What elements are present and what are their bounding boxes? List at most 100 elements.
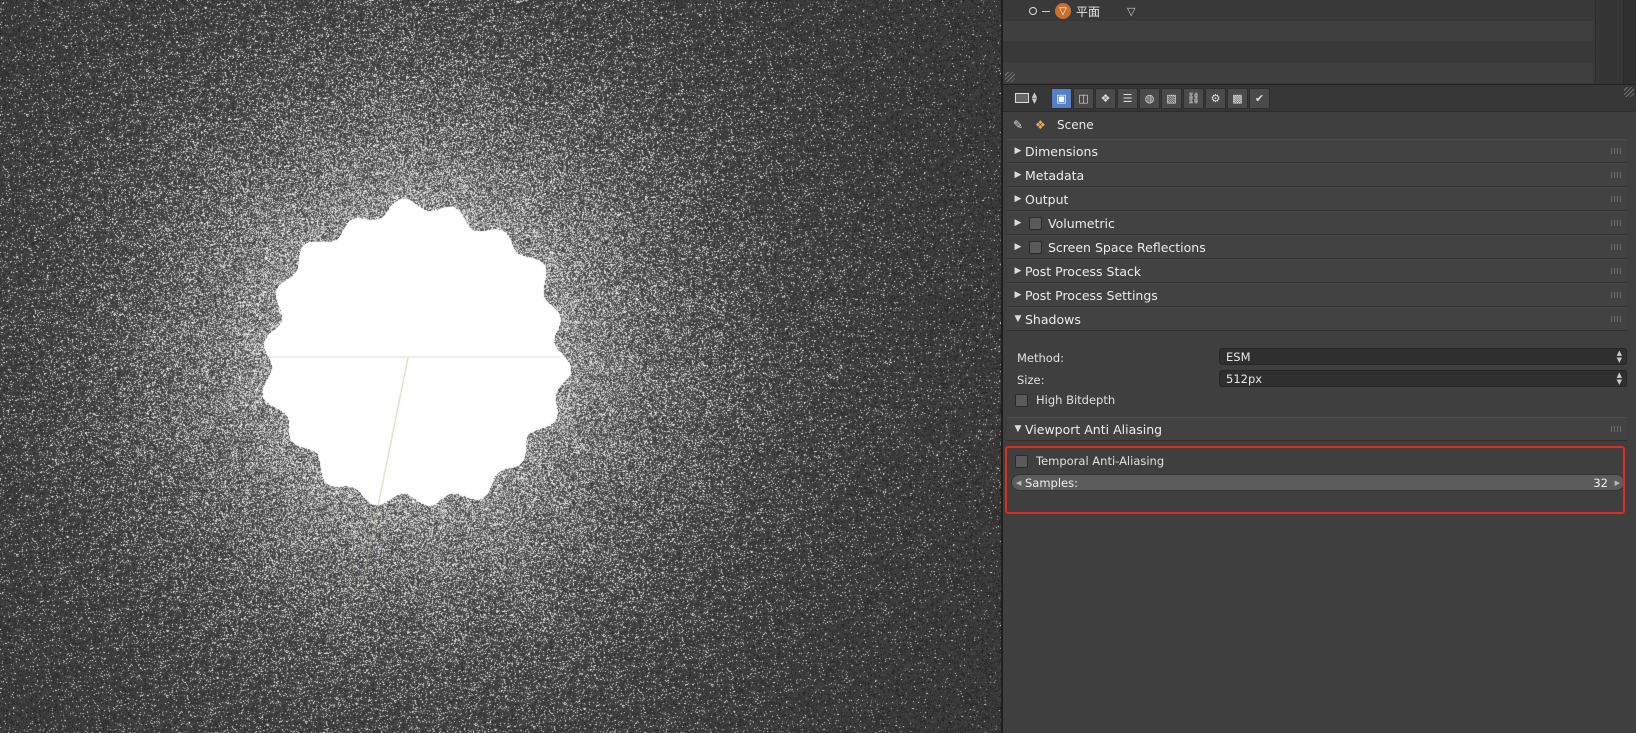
drag-grip-icon[interactable] <box>1611 172 1623 178</box>
outliner[interactable]: ▽ 平面 ▽ <box>1003 0 1636 85</box>
constraints-tab[interactable]: ⛓ <box>1183 88 1204 109</box>
outliner-item-label[interactable]: 平面 <box>1076 3 1100 20</box>
panel-label: Shadows <box>1025 311 1081 327</box>
expand-triangle-icon: ▶ <box>1014 170 1022 180</box>
drag-grip-icon[interactable] <box>1611 148 1623 154</box>
modifiers-tab[interactable]: ⚙ <box>1205 88 1226 109</box>
method-label: Method: <box>1017 351 1065 365</box>
outliner-row[interactable]: ▽ 平面 ▽ <box>1003 0 1593 20</box>
drag-grip-icon[interactable] <box>1611 196 1623 202</box>
context-tabs: ▣ ◫ ❖ ☰ ◍ ▧ ⛓ ⚙ ▩ ✔ <box>1051 88 1271 109</box>
ssr-checkbox[interactable] <box>1029 240 1042 254</box>
drag-grip-icon[interactable] <box>1611 426 1623 432</box>
panel-shadows[interactable]: ▼ Shadows <box>1007 307 1627 331</box>
shadow-size-dropdown[interactable]: 512px ▲ ▼ <box>1219 370 1627 387</box>
editor-type-button[interactable]: ▲ ▼ <box>1013 89 1039 107</box>
collapse-triangle-icon: ▼ <box>1014 424 1022 434</box>
3d-viewport[interactable] <box>0 0 1001 733</box>
drag-grip-icon[interactable] <box>1611 316 1623 322</box>
context-label: Scene <box>1057 118 1094 132</box>
expand-triangle-icon: ▶ <box>1014 266 1022 276</box>
view-layer-tab[interactable]: ☰ <box>1117 88 1138 109</box>
chevron-updown-icon: ▲ ▼ <box>1031 91 1038 105</box>
area-corner-handle[interactable] <box>1624 87 1634 97</box>
object-tab[interactable]: ▧ <box>1161 88 1182 109</box>
context-path: ✎ ❖ Scene <box>1013 115 1094 135</box>
scene-tab[interactable]: ❖ <box>1095 88 1116 109</box>
panel-metadata[interactable]: ▶ Metadata <box>1007 163 1627 187</box>
panel-post-process-stack[interactable]: ▶ Post Process Stack <box>1007 259 1627 283</box>
panel-volumetric[interactable]: ▶ Volumetric <box>1007 211 1627 235</box>
high-bitdepth-toggle[interactable]: High Bitdepth <box>1015 393 1115 407</box>
layers-icon: ◫ <box>1078 92 1089 105</box>
scene-icon: ❖ <box>1035 118 1046 132</box>
properties-editor: ▲ ▼ ▣ ◫ ❖ ☰ ◍ ▧ ⛓ ⚙ ▩ ✔ ✎ ❖ Scene ▶ Dimensions ▶ M… <box>1003 85 1636 733</box>
temporal-aa-checkbox[interactable] <box>1015 454 1028 468</box>
chevron-updown-icon: ▲ ▼ <box>1616 349 1622 364</box>
cube-icon: ▧ <box>1166 92 1177 105</box>
panel-output[interactable]: ▶ Output <box>1007 187 1627 211</box>
texture-tab[interactable]: ▩ <box>1227 88 1248 109</box>
panel-dimensions[interactable]: ▶ Dimensions <box>1007 139 1627 163</box>
mesh-cone-icon[interactable]: ▽ <box>1055 3 1071 19</box>
expand-triangle-icon: ▶ <box>1014 194 1022 204</box>
tree-line <box>1042 10 1050 12</box>
expand-triangle-icon: ▶ <box>1014 290 1022 300</box>
outliner-item-plane[interactable]: ▽ 平面 ▽ <box>1029 2 1135 20</box>
outliner-row <box>1003 21 1593 41</box>
wrench-icon: ⚙ <box>1210 92 1221 105</box>
checkbox-label: High Bitdepth <box>1036 393 1116 407</box>
panel-label: Post Process Settings <box>1025 287 1158 303</box>
panel-screen-space-reflections[interactable]: ▶ Screen Space Reflections <box>1007 235 1627 259</box>
volumetric-checkbox[interactable] <box>1029 216 1042 230</box>
scene-icon: ❖ <box>1100 92 1111 105</box>
drag-grip-icon[interactable] <box>1611 244 1623 250</box>
outliner-scrollbar[interactable] <box>1623 0 1636 84</box>
panel-label: Viewport Anti Aliasing <box>1025 421 1163 437</box>
checker-icon: ▩ <box>1232 92 1243 105</box>
panel-label: Screen Space Reflections <box>1048 239 1206 255</box>
drag-grip-icon[interactable] <box>1611 292 1623 298</box>
expand-triangle-icon: ▶ <box>1014 242 1022 252</box>
pin-icon[interactable]: ✎ <box>1013 118 1027 132</box>
camera-icon: ▣ <box>1056 92 1067 105</box>
temporal-aa-toggle[interactable]: Temporal Anti-Aliasing <box>1015 454 1164 468</box>
area-corner-handle[interactable] <box>1005 72 1015 82</box>
panel-label: Metadata <box>1025 167 1085 183</box>
render-layers-tab[interactable]: ◫ <box>1073 88 1094 109</box>
chevron-updown-icon: ▲ ▼ <box>1616 371 1622 386</box>
shadow-method-dropdown[interactable]: ESM ▲ ▼ <box>1219 348 1627 365</box>
list-icon: ☰ <box>1122 92 1133 105</box>
expand-triangle-icon: ▶ <box>1014 146 1022 156</box>
brush-icon: ✔ <box>1254 92 1265 105</box>
high-bitdepth-checkbox[interactable] <box>1015 393 1028 407</box>
outliner-row <box>1003 63 1593 83</box>
checkbox-label: Temporal Anti-Aliasing <box>1036 454 1165 468</box>
panel-label: Dimensions <box>1025 143 1098 159</box>
panel-label: Post Process Stack <box>1025 263 1142 279</box>
tools-tab[interactable]: ✔ <box>1249 88 1270 109</box>
drag-grip-icon[interactable] <box>1611 220 1623 226</box>
render-tab[interactable]: ▣ <box>1051 88 1072 109</box>
panel-label: Output <box>1025 191 1069 207</box>
size-label: Size: <box>1017 373 1045 387</box>
panel-post-process-settings[interactable]: ▶ Post Process Settings <box>1007 283 1627 307</box>
drag-grip-icon[interactable] <box>1611 268 1623 274</box>
viewport-render <box>0 0 1001 733</box>
decrement-arrow-icon[interactable]: ◀ <box>1016 479 1021 487</box>
panel-label: Volumetric <box>1048 215 1115 231</box>
expand-triangle-icon: ▶ <box>1014 218 1022 228</box>
collapse-triangle-icon: ▼ <box>1014 314 1022 324</box>
panel-viewport-anti-aliasing[interactable]: ▼ Viewport Anti Aliasing <box>1007 417 1627 441</box>
outliner-row <box>1003 42 1593 62</box>
expand-dot-icon[interactable] <box>1029 7 1037 15</box>
samples-slider[interactable]: ◀ Samples: 32 ▶ <box>1011 474 1625 491</box>
triangle-mesh-icon[interactable]: ▽ <box>1127 5 1135 18</box>
properties-header: ▲ ▼ ▣ ◫ ❖ ☰ ◍ ▧ ⛓ ⚙ ▩ ✔ <box>1003 85 1636 112</box>
dropdown-value: ESM <box>1226 349 1251 364</box>
properties-editor-icon <box>1014 93 1029 103</box>
increment-arrow-icon[interactable]: ▶ <box>1615 479 1620 487</box>
world-tab[interactable]: ◍ <box>1139 88 1160 109</box>
world-icon: ◍ <box>1144 92 1155 105</box>
slider-label: Samples: <box>1025 475 1078 490</box>
